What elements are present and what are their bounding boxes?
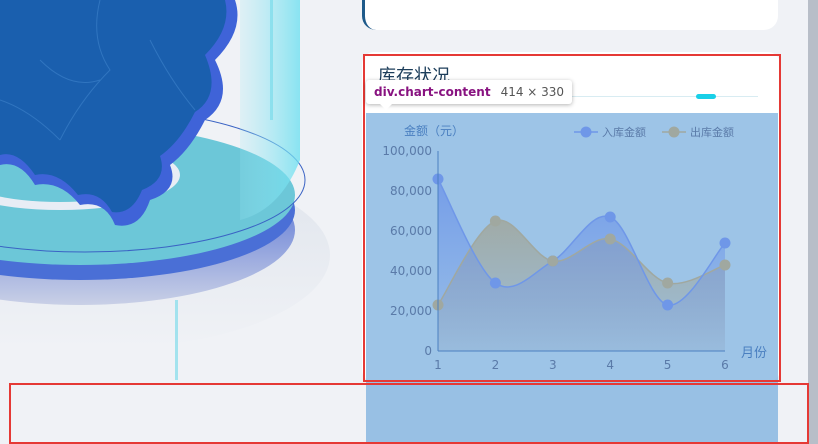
page-scrollbar[interactable] <box>808 0 818 444</box>
tooltip-element-tag: div.chart-content <box>374 85 491 99</box>
top-card <box>362 0 778 30</box>
map-illustration <box>0 0 350 380</box>
highlight-box-overflow <box>9 383 809 444</box>
inspector-tooltip: div.chart-content 414 × 330 <box>366 80 573 110</box>
tooltip-element-size: 414 × 330 <box>500 85 565 99</box>
